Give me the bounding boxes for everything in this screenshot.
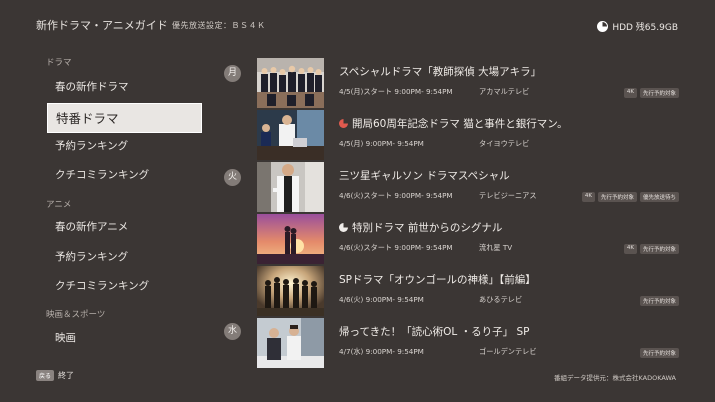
- header: 新作ドラマ・アニメガイド 優先放送設定：ＢＳ４Ｋ HDD 残65.9GB: [0, 0, 715, 50]
- badge-priority-waiting: 優先放送待ち: [639, 192, 679, 202]
- hdd-status: HDD 残65.9GB: [597, 20, 678, 33]
- program-station: あひるテレビ: [479, 295, 523, 304]
- program-badges: 先行予約対象: [639, 296, 679, 306]
- program-time: 4/6(火)スタート 9:00PM- 9:54PM: [339, 243, 453, 252]
- program-time: 4/5(月) 9:00PM- 9:54PM: [339, 139, 424, 148]
- program-thumbnail: [257, 162, 324, 212]
- hdd-remaining: HDD 残65.9GB: [612, 23, 678, 33]
- sidebar: ドラマ 春の新作ドラマ 特番ドラマ 予約ランキング クチコミランキング アニメ …: [36, 50, 206, 370]
- program-thumbnail: [257, 266, 324, 316]
- program-title: 開局60周年記念ドラマ 猫と事件と銀行マン。: [339, 116, 568, 131]
- pie-icon: [597, 21, 609, 32]
- program-station: タイヨウテレビ: [479, 139, 530, 148]
- program-thumbnail: [257, 214, 324, 264]
- back-key-icon: 戻る: [36, 370, 55, 381]
- program-badges: 4K 先行予約対象: [623, 88, 679, 98]
- program-row[interactable]: SPドラマ「オウンゴールの神様」【前編】 4/6(火) 9:00PM- 9:54…: [257, 266, 682, 316]
- program-title: 三ツ星ギャルソン ドラマスペシャル: [339, 170, 510, 182]
- sidebar-item-anime-reservation-ranking[interactable]: 予約ランキング: [47, 242, 202, 272]
- program-time: 4/6(火) 9:00PM- 9:54PM: [339, 295, 424, 304]
- sidebar-scroll-fade: [36, 352, 206, 370]
- program-badges: 4K 先行予約対象: [623, 244, 679, 254]
- program-station: ゴールデンテレビ: [479, 347, 537, 356]
- program-station: テレビジーニアス: [479, 191, 537, 200]
- badge-4k: 4K: [581, 192, 595, 202]
- program-title: SPドラマ「オウンゴールの神様」【前編】: [339, 274, 536, 286]
- exit-label: 終了: [58, 371, 75, 380]
- program-row[interactable]: 特別ドラマ 前世からのシグナル 4/6(火)スタート 9:00PM- 9:54P…: [257, 214, 682, 264]
- program-row[interactable]: 三ツ星ギャルソン ドラマスペシャル 4/6(火)スタート 9:00PM- 9:5…: [257, 162, 682, 212]
- program-title: 帰ってきた！「読心術OL ・るり子」 SP: [339, 326, 530, 338]
- program-station: 流れ星 TV: [479, 243, 513, 252]
- program-time: 4/6(火)スタート 9:00PM- 9:54PM: [339, 191, 453, 200]
- program-thumbnail: [257, 318, 324, 368]
- program-row[interactable]: スペシャルドラマ「教師探偵 大場アキラ」 4/5(月)スタート 9:00PM- …: [257, 58, 682, 108]
- sidebar-item-drama-review-ranking[interactable]: クチコミランキング: [47, 160, 202, 190]
- program-title: 特別ドラマ 前世からのシグナル: [339, 220, 502, 235]
- sidebar-item-movies[interactable]: 映画: [47, 323, 202, 353]
- page-title: 新作ドラマ・アニメガイド: [36, 19, 168, 32]
- program-thumbnail: [257, 110, 324, 160]
- day-marker-wednesday: 水: [224, 323, 241, 340]
- program-badges: 先行予約対象: [639, 348, 679, 358]
- program-row[interactable]: 開局60周年記念ドラマ 猫と事件と銀行マン。 4/5(月) 9:00PM- 9:…: [257, 110, 682, 160]
- sidebar-item-spring-drama[interactable]: 春の新作ドラマ: [47, 72, 202, 102]
- program-row[interactable]: 帰ってきた！「読心術OL ・るり子」 SP 4/7(水) 9:00PM- 9:5…: [257, 318, 682, 368]
- badge-early-reservation: 先行予約対象: [639, 88, 679, 98]
- badge-4k: 4K: [623, 244, 637, 254]
- priority-broadcast-setting[interactable]: 優先放送設定：ＢＳ４Ｋ: [172, 20, 266, 31]
- sidebar-item-special-drama[interactable]: 特番ドラマ: [47, 103, 202, 133]
- recording-red-icon: [339, 119, 348, 128]
- sidebar-item-anime-review-ranking[interactable]: クチコミランキング: [47, 271, 202, 301]
- badge-early-reservation: 先行予約対象: [639, 348, 679, 358]
- data-credit: 番組データ提供元：株式会社KADOKAWA: [554, 374, 676, 382]
- recording-white-icon: [339, 223, 348, 232]
- sidebar-item-spring-anime[interactable]: 春の新作アニメ: [47, 212, 202, 242]
- program-thumbnail: [257, 58, 324, 108]
- program-station: アカマルテレビ: [479, 87, 530, 96]
- day-marker-tuesday: 火: [224, 169, 241, 186]
- program-time: 4/7(水) 9:00PM- 9:54PM: [339, 347, 424, 356]
- program-badges: 4K 先行予約対象 優先放送待ち: [581, 192, 679, 202]
- category-heading-drama: ドラマ: [46, 58, 72, 68]
- badge-early-reservation: 先行予約対象: [639, 244, 679, 254]
- category-heading-anime: アニメ: [46, 200, 72, 210]
- program-time: 4/5(月)スタート 9:00PM- 9:54PM: [339, 87, 453, 96]
- day-marker-monday: 月: [224, 65, 241, 82]
- badge-early-reservation: 先行予約対象: [597, 192, 637, 202]
- sidebar-item-drama-reservation-ranking[interactable]: 予約ランキング: [47, 131, 202, 161]
- badge-4k: 4K: [623, 88, 637, 98]
- exit-button[interactable]: 戻る 終了: [36, 370, 74, 381]
- badge-early-reservation: 先行予約対象: [639, 296, 679, 306]
- category-heading-movies-sports: 映画＆スポーツ: [46, 310, 106, 320]
- program-title: スペシャルドラマ「教師探偵 大場アキラ」: [339, 66, 542, 78]
